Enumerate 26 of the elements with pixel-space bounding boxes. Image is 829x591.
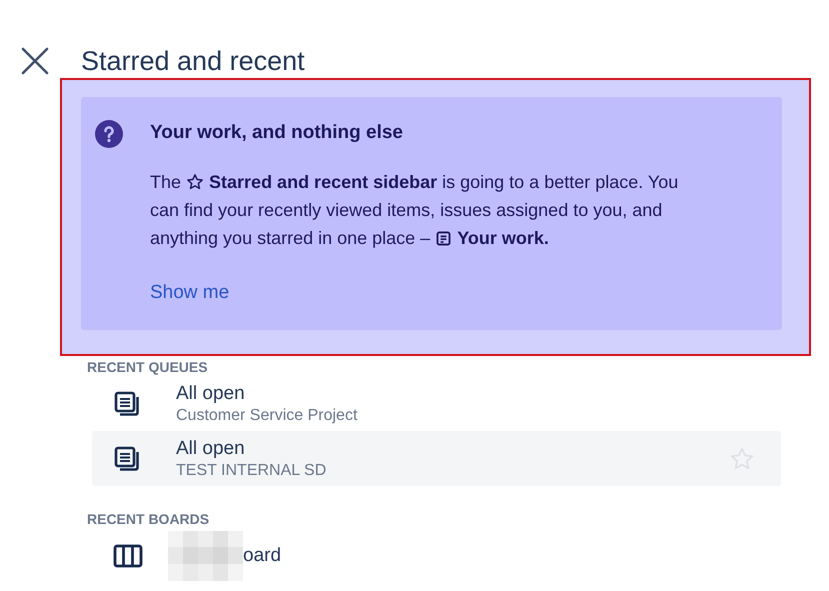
- item-subtitle: TEST INTERNAL SD: [176, 460, 328, 480]
- notice-text: The: [150, 171, 182, 194]
- notice-text: Starred and recent sidebar is going to a better place. You: [209, 171, 678, 194]
- panel-title: Starred and recent: [81, 45, 305, 78]
- section-heading: RECENT BOARDS: [87, 510, 210, 528]
- notice-title: Your work, and nothing else: [150, 121, 404, 145]
- item-subtitle: Customer Service Project: [176, 406, 358, 426]
- board-icon: [113, 544, 143, 568]
- close-icon: [20, 46, 50, 76]
- notice-text: anything you starred in one place –: [150, 227, 430, 250]
- close-button[interactable]: [20, 46, 50, 76]
- help-icon: [95, 120, 123, 148]
- notice-text: Your work.: [457, 227, 549, 250]
- recent-item[interactable]: All open Customer Service Project: [92, 376, 781, 431]
- section-heading: RECENT QUEUES: [87, 358, 209, 376]
- item-title: oard: [243, 544, 282, 568]
- notice-text: can find your recently viewed items, issues assigned to you, and: [150, 199, 662, 222]
- queue-icon: [113, 444, 141, 472]
- show-me-link[interactable]: Show me: [150, 280, 230, 306]
- queue-icon: [113, 390, 141, 418]
- document-icon: [435, 230, 452, 246]
- item-title: All open: [176, 436, 245, 460]
- recent-item[interactable]: All open TEST INTERNAL SD: [92, 431, 781, 486]
- item-title: All open: [176, 382, 245, 406]
- star-icon: [186, 173, 204, 191]
- recent-item[interactable]: oard: [92, 528, 781, 583]
